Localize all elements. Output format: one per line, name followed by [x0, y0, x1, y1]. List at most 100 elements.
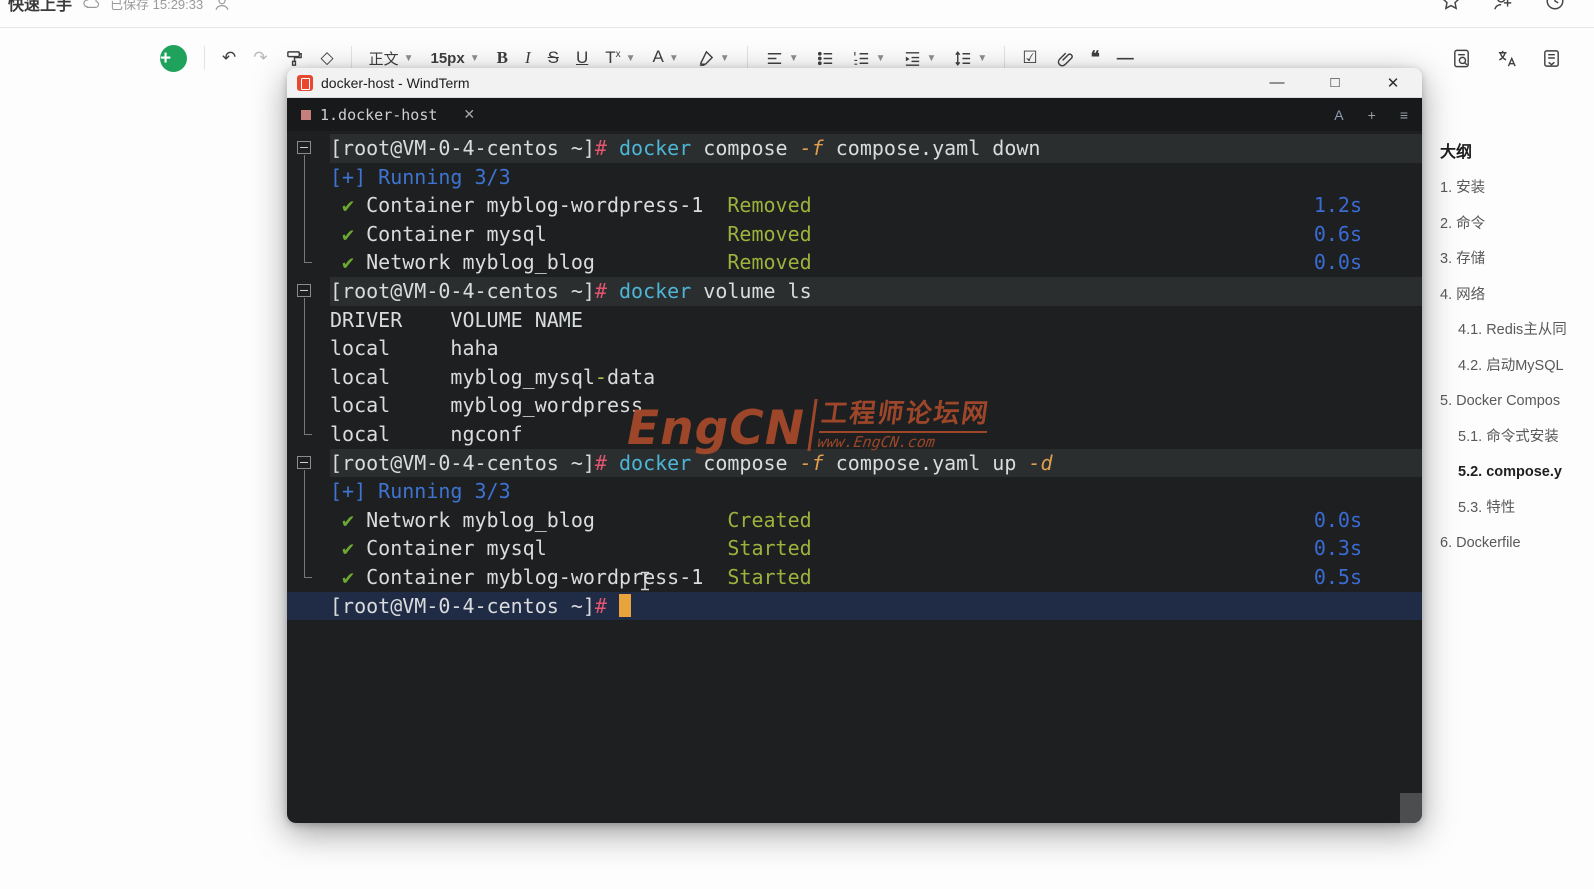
- terminal-line: ✔ Network myblog_blog Created 0.0s: [330, 506, 1422, 535]
- outline-item[interactable]: 2. 命令: [1440, 207, 1594, 243]
- outline-item[interactable]: 4. 网络: [1440, 278, 1594, 314]
- terminal-line: [root@VM-0-4-centos ~]# docker compose -…: [330, 134, 1422, 163]
- task-checkbox-button[interactable]: ☑: [1022, 48, 1037, 68]
- tabbar-menu-button[interactable]: ≡: [1400, 107, 1408, 123]
- window-title: docker-host - WindTerm: [321, 74, 470, 91]
- terminal-line: [root@VM-0-4-centos ~]# docker volume ls: [330, 276, 1422, 306]
- share-invite-icon[interactable]: [1492, 0, 1514, 12]
- terminal-line: [+] Running 3/3: [330, 164, 511, 189]
- chevron-down-icon: ▼: [926, 52, 937, 64]
- paragraph-style-select[interactable]: 正文 ▼: [369, 48, 414, 69]
- collaborator-icon[interactable]: [213, 0, 231, 12]
- bold-button[interactable]: B: [497, 48, 508, 68]
- new-tab-button[interactable]: +: [1368, 107, 1376, 123]
- undo-button[interactable]: ↶: [222, 48, 236, 68]
- terminal-duration: 0.0s: [1313, 250, 1362, 275]
- chevron-down-icon: ▼: [875, 52, 886, 64]
- terminal-scrollbar-thumb[interactable]: [1400, 793, 1422, 823]
- format-painter-icon[interactable]: [285, 49, 304, 68]
- outline-item[interactable]: 4.1. Redis主从同: [1440, 313, 1594, 349]
- terminal-line: DRIVER VOLUME NAME: [330, 307, 583, 332]
- align-button[interactable]: ▼: [765, 49, 799, 68]
- toolbar-divider: [746, 46, 748, 70]
- chevron-down-icon: ▼: [719, 52, 730, 64]
- link-icon[interactable]: [1055, 49, 1074, 68]
- line-spacing-button[interactable]: ▼: [953, 49, 987, 68]
- outline-item[interactable]: 5. Docker Compos: [1440, 384, 1594, 420]
- outline-item[interactable]: 3. 存储: [1440, 242, 1594, 278]
- terminal-body[interactable]: [root@VM-0-4-centos ~]# docker compose -…: [287, 131, 1422, 823]
- terminal-duration: 1.2s: [1313, 193, 1362, 218]
- eraser-icon[interactable]: ◇: [321, 48, 334, 68]
- windterm-window: docker-host - WindTerm — □ ✕ 1.docker-ho…: [287, 68, 1422, 823]
- tab-docker-host[interactable]: 1.docker-host: [320, 106, 437, 124]
- terminal-line: local haha: [330, 336, 499, 361]
- strikethrough-button[interactable]: S: [548, 48, 559, 68]
- document-header: 快速上手 已保存 15:29:33: [0, 0, 1594, 28]
- window-titlebar[interactable]: docker-host - WindTerm — □ ✕: [287, 68, 1422, 98]
- terminal-line: ✔ Container myblog-wordpress-1 Started 0.…: [330, 563, 1422, 592]
- chevron-down-icon: ▼: [403, 52, 414, 64]
- bullet-list-button[interactable]: [816, 49, 835, 68]
- terminal-line: ✔ Container myblog-wordpress-1 Removed 1.…: [330, 191, 1422, 220]
- toolbar-divider: [1004, 46, 1006, 70]
- tab-status-icon: [301, 109, 311, 120]
- font-size-select[interactable]: 15px ▼: [431, 50, 480, 67]
- terminal-duration: 0.0s: [1313, 507, 1362, 532]
- chevron-down-icon: ▼: [788, 52, 799, 64]
- terminal-line: local ngconf: [330, 421, 523, 446]
- blockquote-button[interactable]: ❝: [1091, 48, 1100, 68]
- terminal-line: local myblog_mysql-data: [330, 364, 656, 389]
- toolbar-divider: [350, 46, 352, 70]
- redo-button[interactable]: ↷: [253, 48, 267, 68]
- screen: 快速上手 已保存 15:29:33 + ↶ ↷ ◇ 正文 ▼ 15px ▼ B …: [0, 0, 1594, 889]
- terminal-line: ✔ Container mysql Removed 0.6s: [330, 220, 1422, 249]
- underline-button[interactable]: U: [576, 48, 588, 68]
- maximize-button[interactable]: □: [1306, 68, 1364, 97]
- catalog-panel-icon[interactable]: [1541, 48, 1562, 69]
- terminal-line: local myblog_wordpress: [330, 393, 644, 418]
- text-size-button[interactable]: A: [1334, 107, 1343, 123]
- font-color-button[interactable]: A ▼: [651, 47, 679, 71]
- outline-title: 大纲: [1440, 144, 1473, 161]
- mouse-text-cursor: [641, 571, 649, 591]
- outline-item[interactable]: 5.3. 特性: [1440, 491, 1594, 527]
- saved-status: 已保存 15:29:33: [110, 0, 204, 12]
- cloud-sync-icon: [83, 0, 100, 9]
- chevron-down-icon: ▼: [977, 52, 988, 64]
- chevron-down-icon: ▼: [625, 52, 636, 64]
- terminal-tabbar: 1.docker-host ✕ A + ≡: [287, 98, 1422, 131]
- horizontal-rule-button[interactable]: —: [1117, 48, 1134, 68]
- tab-close-icon[interactable]: ✕: [463, 106, 475, 123]
- terminal-duration: 0.5s: [1313, 564, 1362, 589]
- chevron-down-icon: ▼: [469, 52, 480, 64]
- translate-icon[interactable]: [1496, 48, 1517, 69]
- outline-item[interactable]: 6. Dockerfile: [1440, 526, 1594, 562]
- terminal-block-cursor: [619, 593, 631, 617]
- superscript-button[interactable]: Tx ▼: [605, 48, 635, 68]
- outline-item[interactable]: 5.1. 命令式安装: [1440, 420, 1594, 456]
- windterm-app-icon: [297, 74, 313, 91]
- numbered-list-button[interactable]: ▼: [852, 49, 886, 68]
- terminal-line: [+] Running 3/3: [330, 479, 511, 504]
- outline-item[interactable]: 4.2. 启动MySQL: [1440, 349, 1594, 385]
- toolbar-divider: [204, 46, 205, 70]
- document-title: 快速上手: [8, 0, 73, 14]
- close-button[interactable]: ✕: [1364, 68, 1422, 97]
- highlight-color-button[interactable]: ▼: [696, 49, 730, 68]
- terminal-duration: 0.3s: [1313, 536, 1362, 561]
- find-in-document-icon[interactable]: [1451, 48, 1472, 69]
- terminal-lines: [root@VM-0-4-centos ~]# docker compose -…: [287, 134, 1422, 621]
- outline-item[interactable]: 1. 安装: [1440, 171, 1594, 207]
- outline-item[interactable]: 5.2. compose.y: [1440, 455, 1594, 491]
- indent-button[interactable]: ▼: [903, 49, 937, 68]
- terminal-line: ✔ Network myblog_blog Removed 0.0s: [330, 248, 1422, 277]
- terminal-duration: 0.6s: [1313, 221, 1362, 246]
- insert-block-button[interactable]: +: [160, 44, 187, 72]
- italic-button[interactable]: I: [525, 48, 531, 68]
- minimize-button[interactable]: —: [1248, 68, 1306, 97]
- star-favorite-icon[interactable]: [1440, 0, 1462, 12]
- history-clock-icon[interactable]: [1544, 0, 1566, 12]
- outline-list: 1. 安装 2. 命令 3. 存储 4. 网络 4.1. Redis主从同 4.2. 启动…: [1440, 171, 1594, 562]
- terminal-line: [root@VM-0-4-centos ~]#: [287, 591, 1422, 621]
